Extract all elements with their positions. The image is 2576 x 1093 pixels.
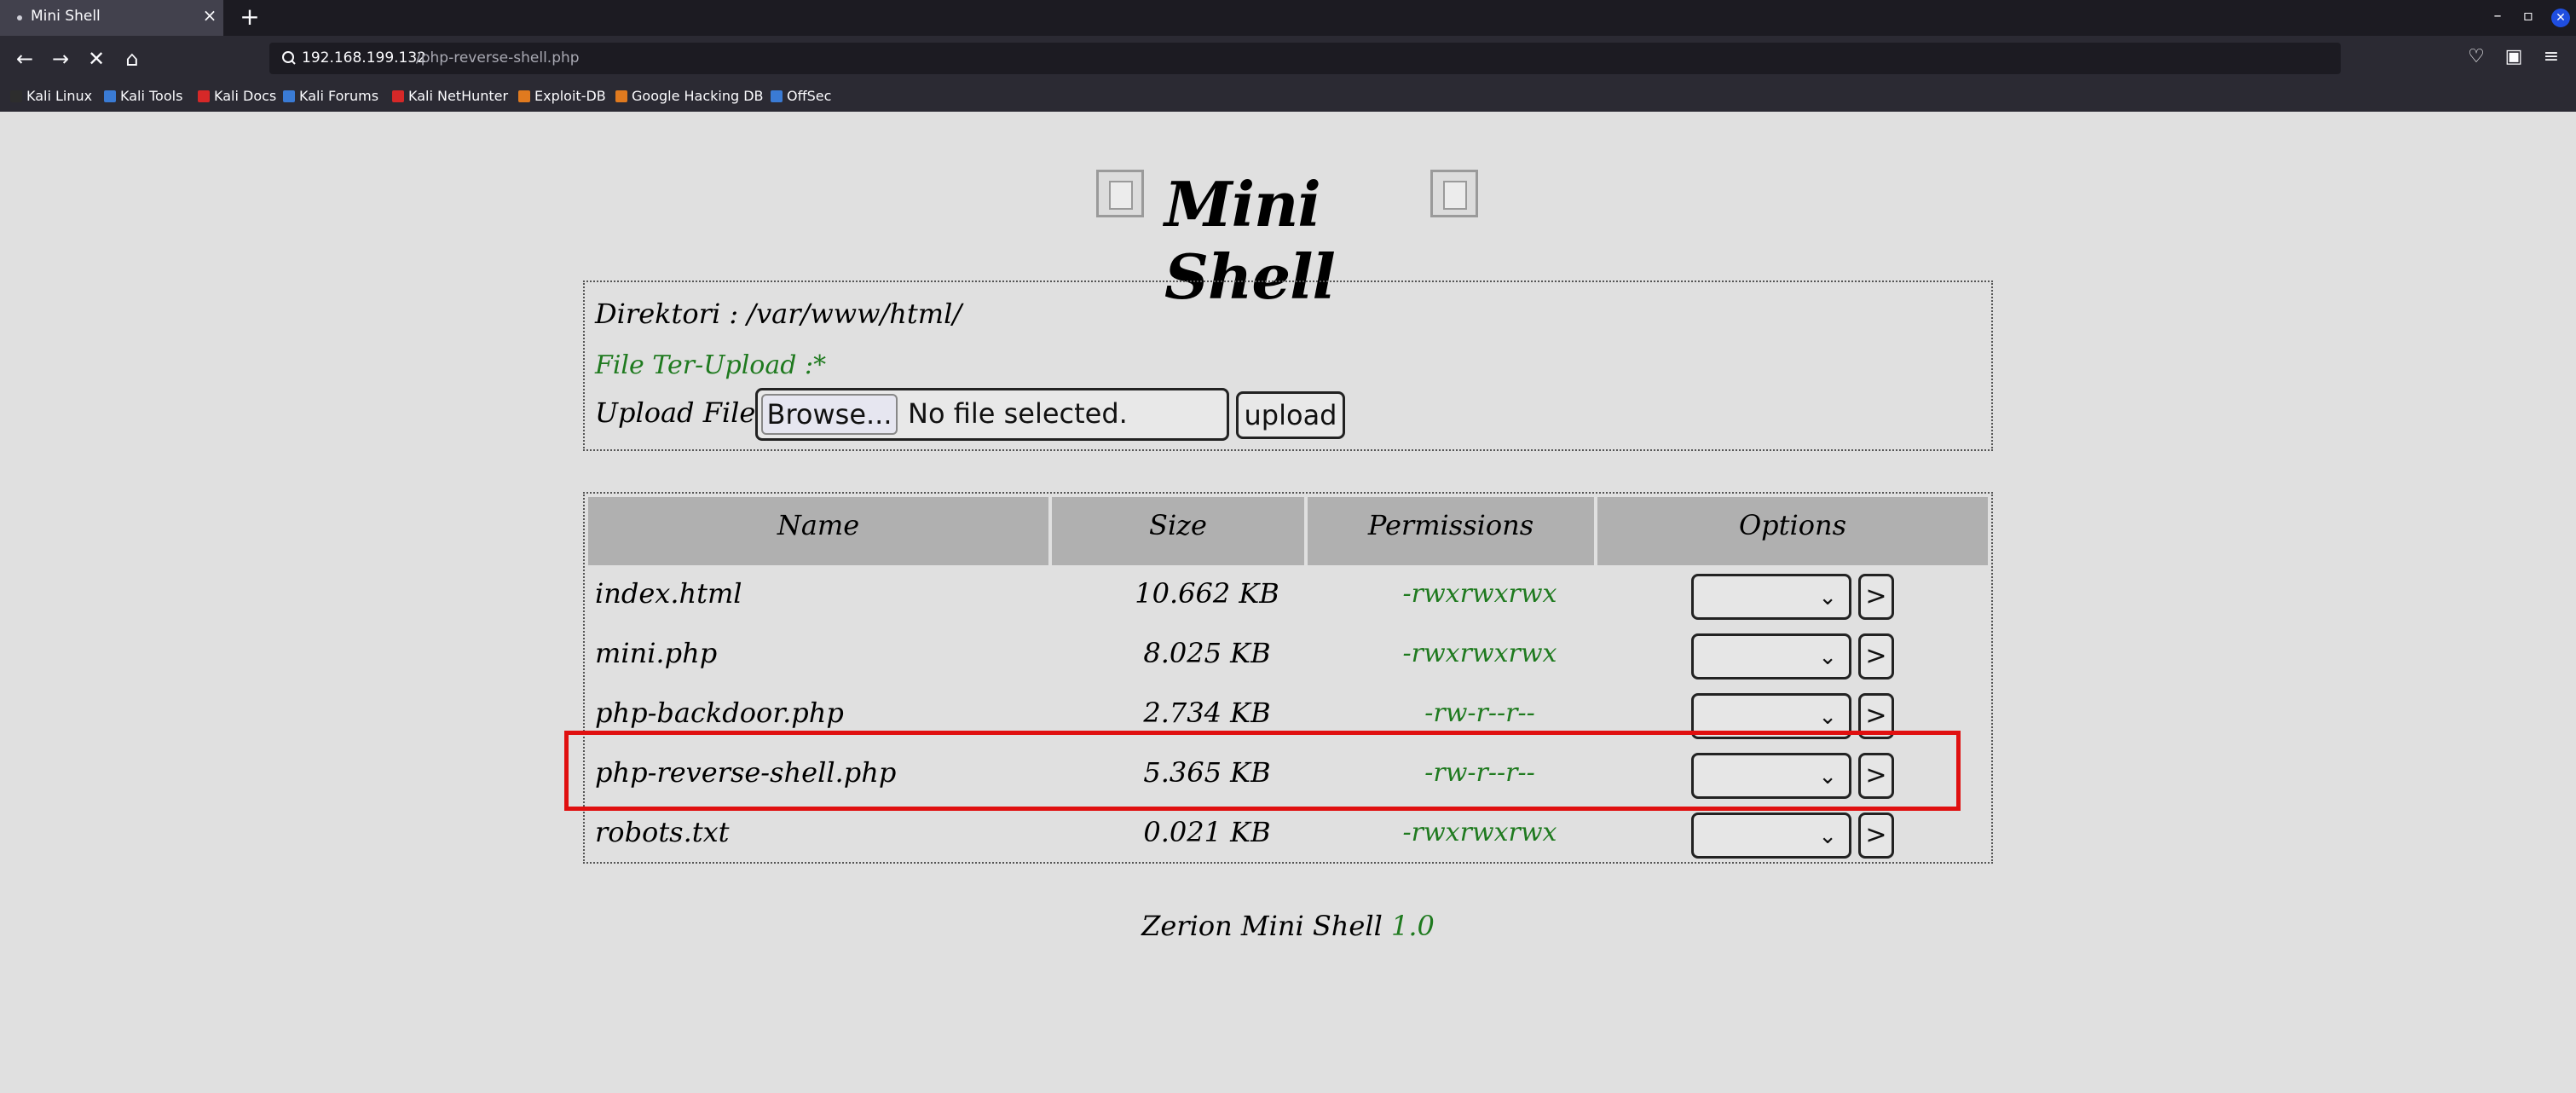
bookmark-kali-linux[interactable]: Kali Linux	[10, 88, 92, 104]
maximize-icon[interactable]: ▫	[2518, 7, 2538, 25]
file-permissions[interactable]: -rwxrwxrwx	[1335, 818, 1625, 847]
bookmark-kali-nethunter[interactable]: Kali NetHunter	[392, 88, 508, 104]
header-divider	[1308, 553, 1594, 565]
directory-panel: Direktori : /var/www/html/ File Ter-Uplo…	[583, 280, 1993, 451]
chevron-down-icon: ⌄	[1818, 645, 1837, 670]
upload-status: File Ter-Upload :*	[595, 350, 827, 380]
bookmark-label: Exploit-DB	[534, 88, 606, 104]
options-select[interactable]: ⌄	[1691, 574, 1851, 620]
highlight-box	[564, 731, 1961, 811]
chevron-down-icon: ⌄	[1818, 704, 1837, 730]
offsec-icon	[771, 90, 783, 102]
back-icon[interactable]: ←	[10, 44, 39, 73]
new-tab-button[interactable]: +	[237, 3, 263, 31]
header-options: Options	[1597, 497, 1988, 553]
tab-close-icon[interactable]: ×	[201, 5, 218, 26]
footer-version: 1.0	[1390, 910, 1435, 942]
go-button[interactable]: >	[1858, 633, 1894, 680]
upload-button[interactable]: upload	[1236, 391, 1345, 439]
table-row: mini.php 8.025 KB -rwxrwxrwx ⌄ >	[585, 628, 1991, 688]
header-divider	[588, 553, 1048, 565]
exploit-db-icon	[518, 90, 530, 102]
go-button[interactable]: >	[1858, 574, 1894, 620]
table-row: index.html 10.662 KB -rwxrwxrwx ⌄ >	[585, 569, 1991, 628]
options-select[interactable]: ⌄	[1691, 633, 1851, 680]
kali-forums-icon	[283, 90, 295, 102]
header-size: Size	[1052, 497, 1304, 553]
file-size: 2.734 KB	[1143, 697, 1271, 729]
google-hacking-db-icon	[615, 90, 627, 102]
options-select[interactable]: ⌄	[1691, 813, 1851, 859]
url-bar[interactable]: 192.168.199.132 /php-reverse-shell.php	[269, 43, 2341, 74]
forward-icon[interactable]: →	[46, 44, 75, 73]
bookmark-label: Kali Tools	[120, 88, 183, 104]
tab-title: Mini Shell	[31, 8, 101, 25]
bookmark-label: Kali NetHunter	[408, 88, 509, 104]
header-divider	[1052, 553, 1304, 565]
page-content: Mini Shell Direktori : /var/www/html/ Fi…	[0, 112, 2576, 1093]
header-name: Name	[588, 497, 1048, 553]
footer-text: Zerion Mini Shell	[1141, 910, 1383, 942]
bookmark-label: Kali Docs	[214, 88, 277, 104]
browse-button[interactable]: Browse...	[761, 394, 898, 435]
loading-dot-icon	[17, 15, 22, 20]
bookmark-label: Kali Forums	[299, 88, 379, 104]
bookmark-label: Kali Linux	[26, 88, 93, 104]
minimize-icon[interactable]: –	[2487, 7, 2508, 25]
menu-icon[interactable]: ≡	[2538, 44, 2564, 70]
file-permissions[interactable]: -rw-r--r--	[1335, 698, 1625, 728]
bookmark-google-hacking-db[interactable]: Google Hacking DB	[615, 88, 764, 104]
pocket-icon[interactable]: ♡	[2463, 44, 2489, 70]
file-size: 10.662 KB	[1135, 577, 1279, 610]
kali-tools-icon	[104, 90, 116, 102]
kali-docs-icon	[198, 90, 210, 102]
file-permissions[interactable]: -rwxrwxrwx	[1335, 579, 1625, 609]
bookmark-label: OffSec	[787, 88, 832, 104]
header-divider	[1597, 553, 1988, 565]
no-file-text: No file selected.	[908, 397, 1128, 430]
tab-mini-shell[interactable]: Mini Shell ×	[0, 0, 223, 36]
stop-icon[interactable]: ✕	[82, 44, 111, 73]
file-size: 0.021 KB	[1143, 816, 1271, 848]
directory-path: Direktori : /var/www/html/	[595, 298, 962, 330]
page-heading: Mini Shell	[1096, 159, 1480, 313]
file-size: 8.025 KB	[1143, 637, 1271, 669]
home-icon[interactable]: ⌂	[118, 44, 147, 73]
file-permissions[interactable]: -rwxrwxrwx	[1335, 639, 1625, 668]
browser-chrome: Mini Shell × + – ▫ ✕ ← → ✕ ⌂ 192.168.199…	[0, 0, 2576, 112]
bookmark-exploit-db[interactable]: Exploit-DB	[518, 88, 606, 104]
kali-linux-icon	[10, 90, 22, 102]
broken-image-icon	[1096, 170, 1144, 217]
bookmark-label: Google Hacking DB	[632, 88, 764, 104]
page-info-icon[interactable]	[280, 49, 297, 67]
url-host: 192.168.199.132	[302, 49, 427, 67]
file-name[interactable]: php-backdoor.php	[595, 697, 844, 729]
chevron-down-icon: ⌄	[1818, 585, 1837, 610]
file-name[interactable]: robots.txt	[595, 816, 730, 848]
bookmarks-bar: Kali Linux Kali Tools Kali Docs Kali For…	[0, 81, 2576, 112]
extension-icon[interactable]: ▣	[2501, 44, 2527, 70]
window-close-icon[interactable]: ✕	[2551, 9, 2570, 27]
broken-image-icon	[1430, 170, 1478, 217]
bookmark-kali-forums[interactable]: Kali Forums	[283, 88, 378, 104]
bookmark-kali-tools[interactable]: Kali Tools	[104, 88, 182, 104]
bookmark-offsec[interactable]: OffSec	[771, 88, 831, 104]
tab-strip: Mini Shell × + – ▫ ✕	[0, 0, 2576, 36]
table-row: robots.txt 0.021 KB -rwxrwxrwx ⌄ >	[585, 807, 1991, 867]
header-permissions: Permissions	[1308, 497, 1594, 553]
file-name[interactable]: mini.php	[595, 637, 717, 669]
url-path: /php-reverse-shell.php	[416, 49, 580, 67]
bookmark-kali-docs[interactable]: Kali Docs	[198, 88, 276, 104]
chevron-down-icon: ⌄	[1818, 824, 1837, 849]
footer: Zerion Mini Shell 1.0	[0, 910, 2576, 942]
file-input[interactable]: Browse... No file selected.	[755, 388, 1229, 441]
upload-label: Upload File :	[595, 396, 774, 429]
file-name[interactable]: index.html	[595, 577, 742, 610]
kali-nethunter-icon	[392, 90, 404, 102]
go-button[interactable]: >	[1858, 813, 1894, 859]
